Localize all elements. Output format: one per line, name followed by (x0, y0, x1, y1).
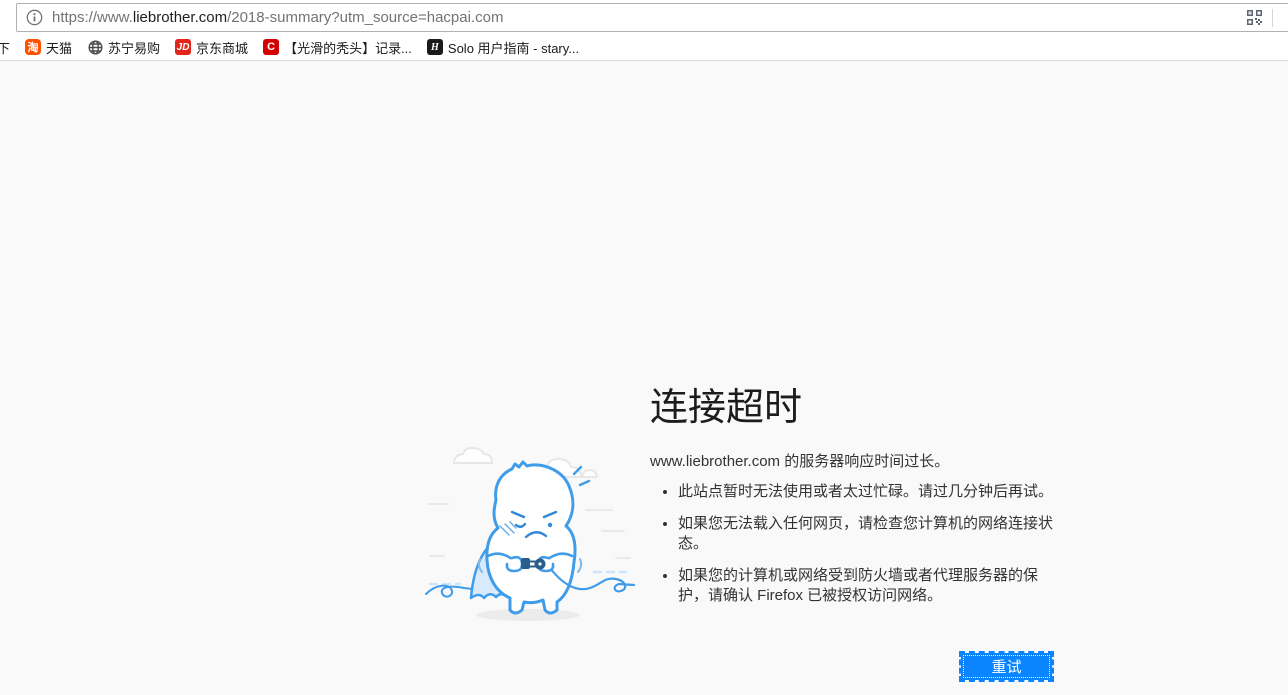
bookmark-label: Solo 用户指南 - stary... (447, 40, 580, 56)
site-info-icon[interactable] (26, 9, 43, 26)
suggestion-item: 如果您的计算机或网络受到防火墙或者代理服务器的保护，请确认 Firefox 已被… (678, 566, 1062, 606)
browser-chrome: https://www.liebrother.com/2018-summary?… (0, 0, 1288, 61)
firefox-window: { "url_bar": { "url_prefix": "https://ww… (0, 0, 1288, 695)
globe-icon (87, 39, 103, 55)
bookmark-item-csdn-blog[interactable]: C 【光滑的秃头】记录... (263, 38, 412, 57)
url-domain: liebrother.com (132, 9, 228, 26)
error-description: www.liebrother.com 的服务器响应时间过长。 (650, 453, 950, 470)
taobao-icon: 淘 (25, 39, 42, 55)
page-actions (1241, 4, 1273, 31)
hacpai-icon: H (426, 39, 443, 55)
bookmark-item-suning[interactable]: 苏宁易购 (87, 38, 160, 57)
url-scheme: https://www. (52, 9, 133, 26)
csdn-icon: C (263, 39, 280, 55)
qr-code-icon[interactable] (1241, 10, 1268, 25)
error-title: 连接超时 (650, 387, 803, 429)
bookmark-label: 苏宁易购 (108, 40, 161, 56)
bookmark-label: 天猫 (46, 40, 73, 56)
error-suggestion-list: 此站点暂时无法使用或者太过忙碌。请过几分钟后再试。 如果您无法载入任何网页，请检… (650, 482, 1062, 618)
bookmark-label: 【光滑的秃头】记录... (284, 40, 412, 56)
suggestion-item: 如果您无法载入任何网页，请检查您计算机的网络连接状态。 (678, 514, 1062, 554)
bookmark-item-solo-guide[interactable]: H Solo 用户指南 - stary... (426, 38, 580, 57)
bookmark-label: 京东商城 (196, 40, 249, 56)
connection-error-illustration (425, 446, 636, 621)
address-bar[interactable]: https://www.liebrother.com/2018-summary?… (16, 3, 1288, 32)
suggestion-item: 此站点暂时无法使用或者太过忙碌。请过几分钟后再试。 (678, 482, 1062, 502)
jd-icon: JD (175, 39, 192, 55)
action-separator (1272, 8, 1273, 27)
url-path: /2018-summary?utm_source=hacpai.com (227, 9, 504, 26)
url-text[interactable]: https://www.liebrother.com/2018-summary?… (52, 9, 503, 26)
bookmark-item-truncated[interactable]: 下 (0, 38, 10, 57)
retry-button[interactable]: 重试 (959, 651, 1054, 682)
bookmark-label: 下 (0, 40, 11, 56)
bookmark-item-tmall[interactable]: 淘 天猫 (25, 38, 72, 57)
bookmarks-bar: 下 淘 天猫 苏宁易购 JD 京东商城 C 【光滑的秃头】记录... H Sol… (0, 34, 1288, 60)
bookmark-item-jd[interactable]: JD 京东商城 (175, 38, 248, 57)
